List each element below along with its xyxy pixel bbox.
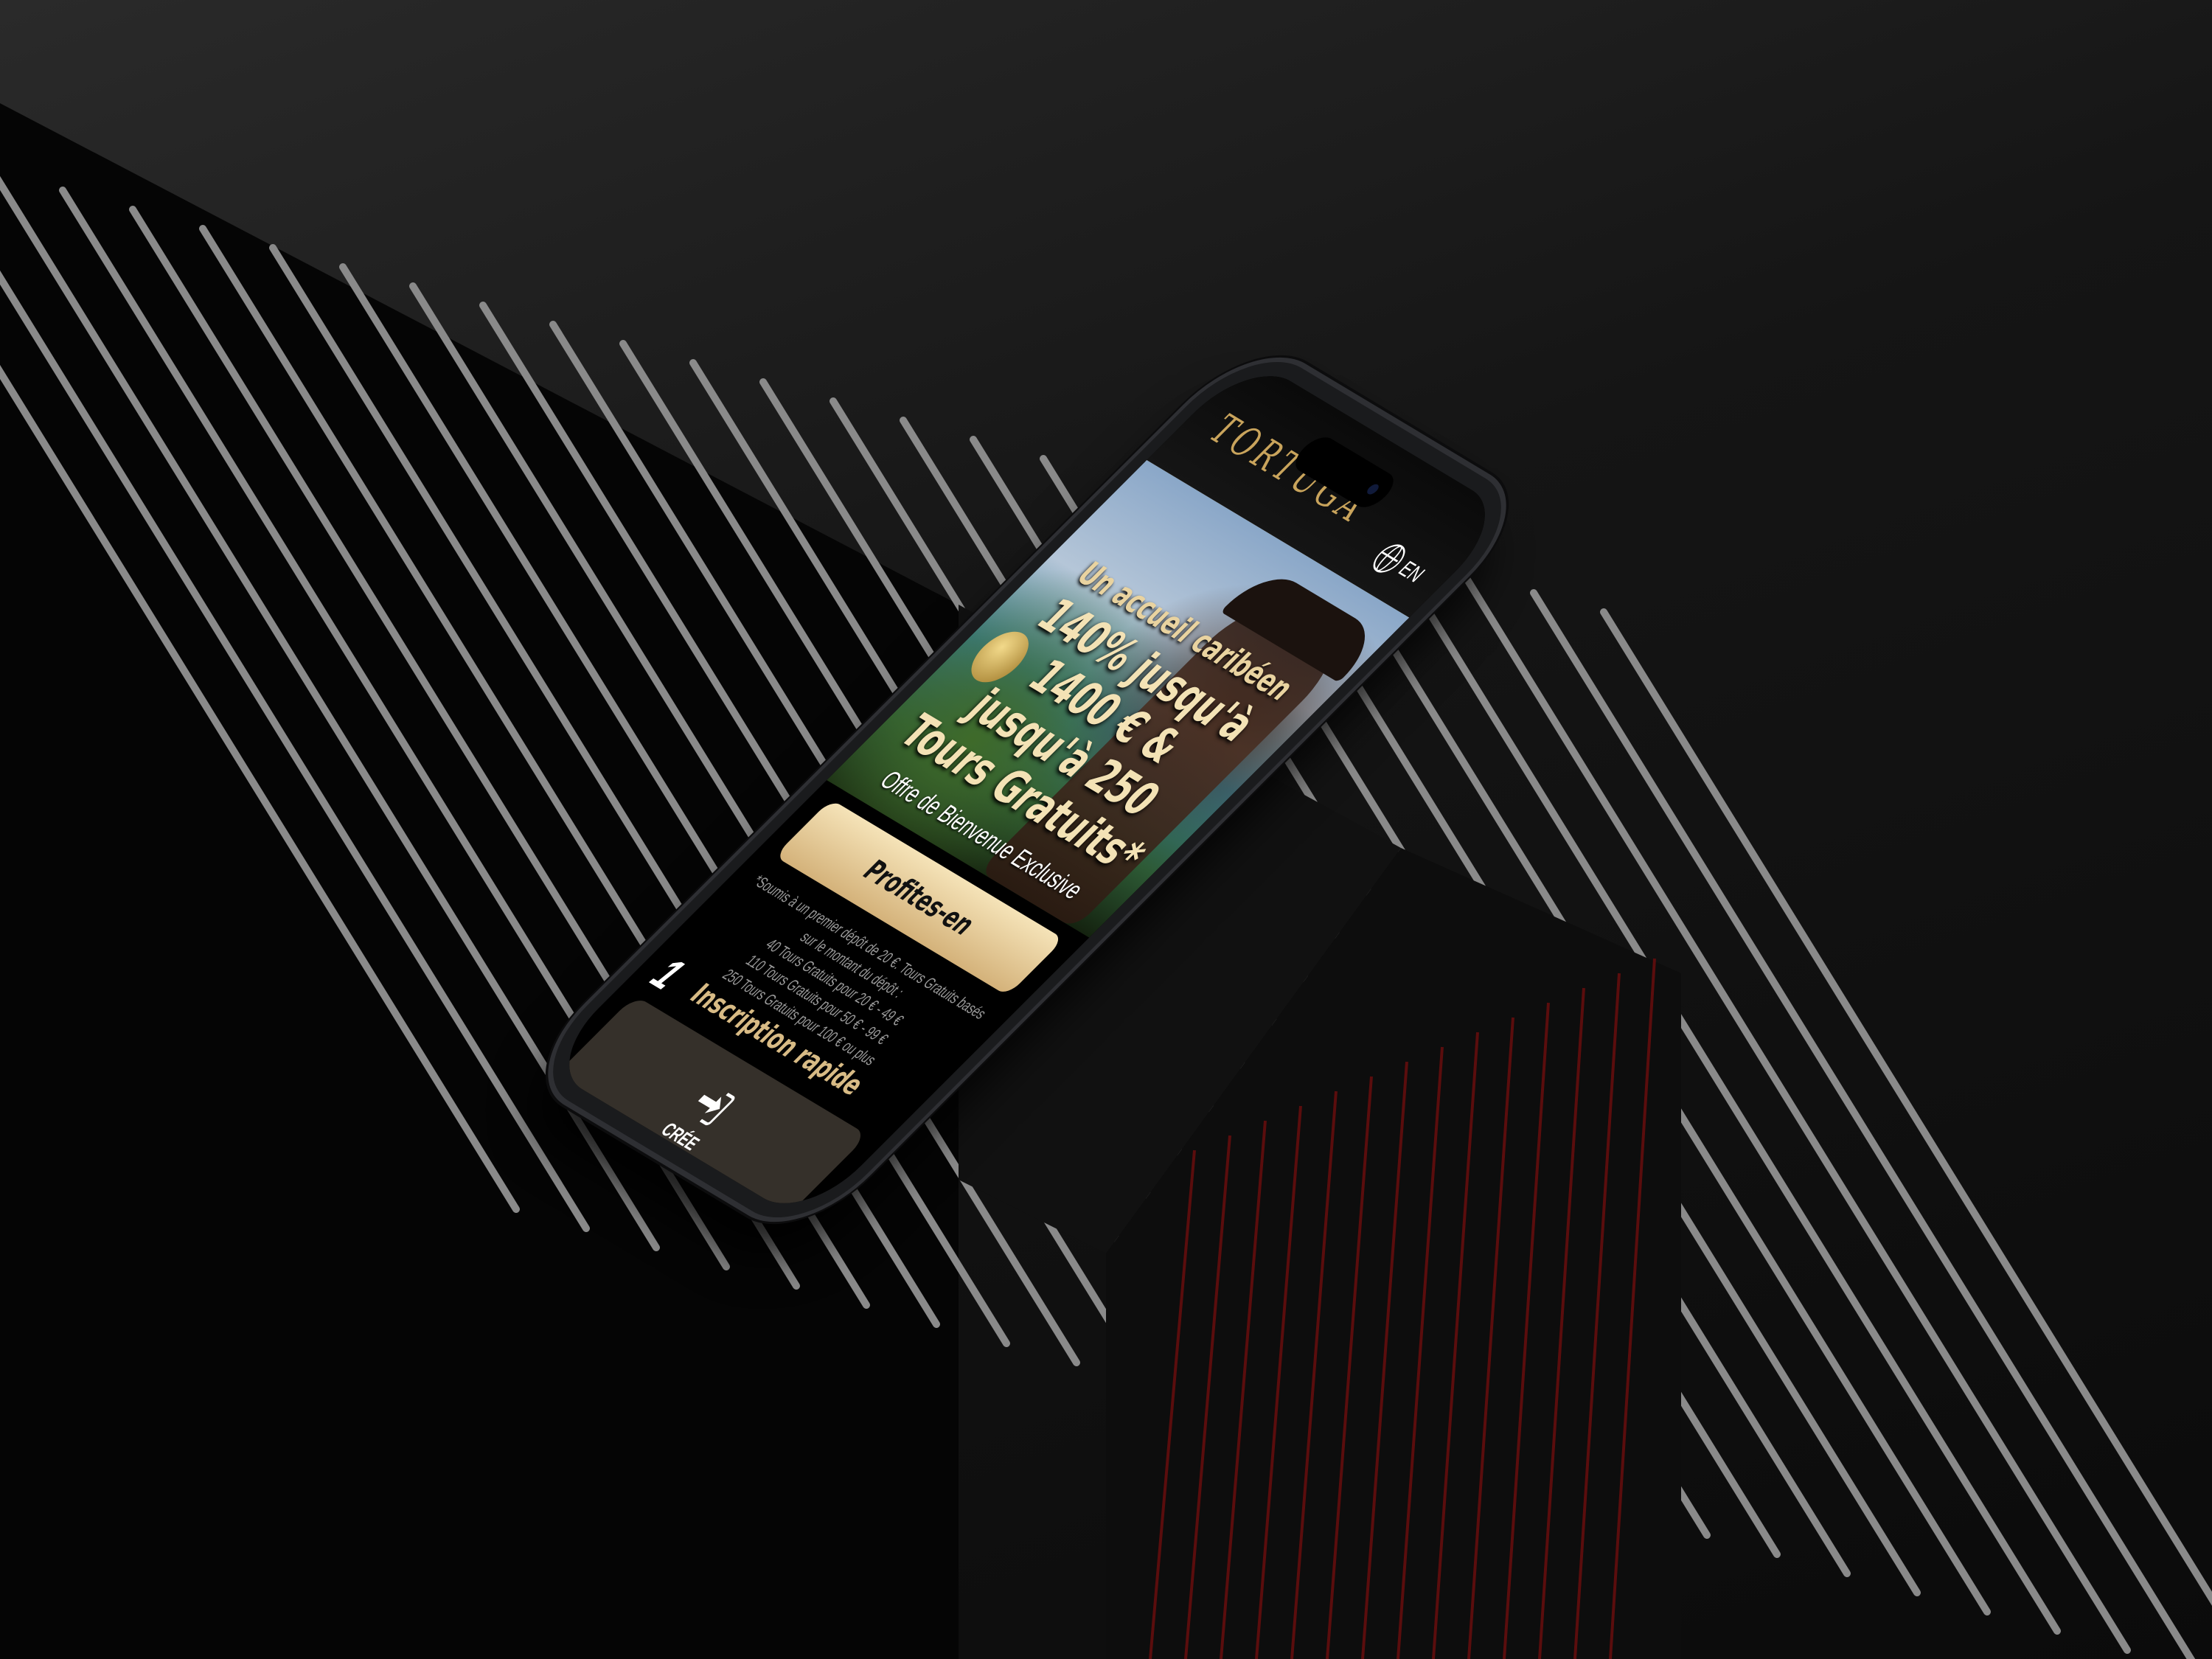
- sign-in-icon: [688, 1085, 737, 1127]
- camera-icon: [1365, 482, 1381, 496]
- scene-background: TORTUGA EN Un accueil caribéen 140% jusq…: [0, 0, 2212, 1659]
- language-selector[interactable]: EN: [1366, 540, 1433, 590]
